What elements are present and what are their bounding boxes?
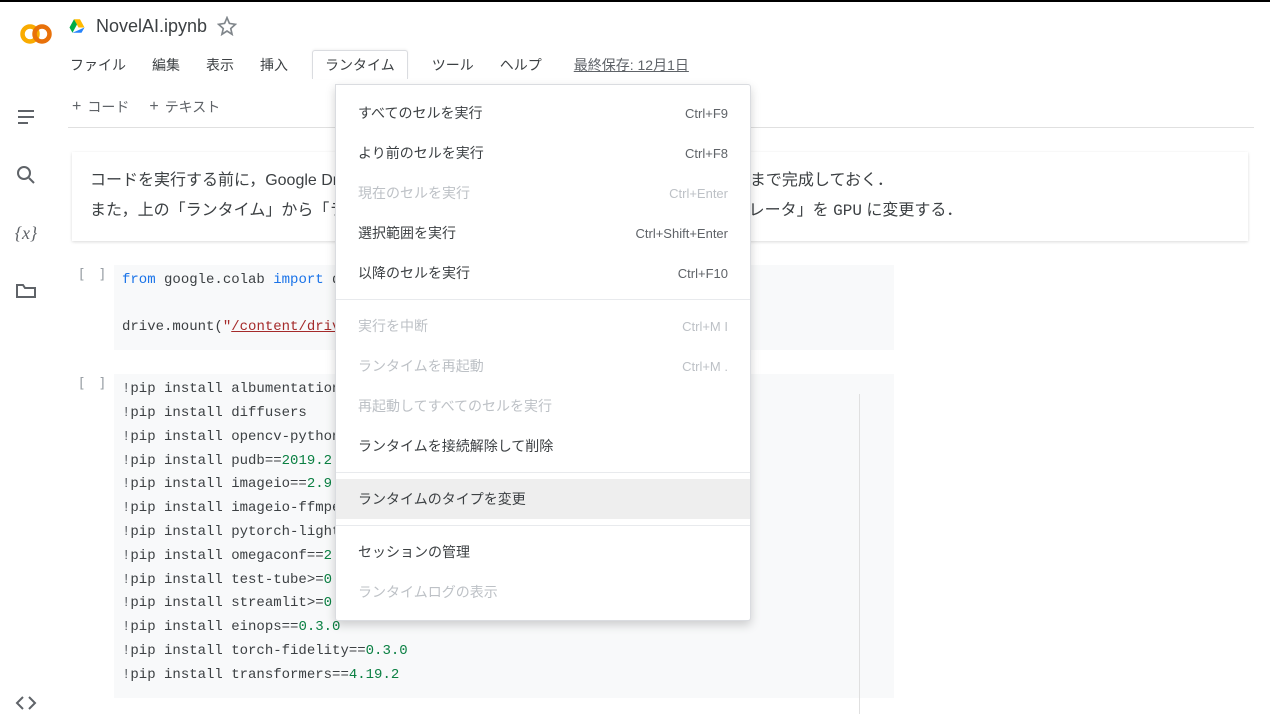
runtime-dropdown: すべてのセルを実行 Ctrl+F9 より前のセルを実行 Ctrl+F8 現在のセルを実行… <box>335 84 751 621</box>
dropdown-item[interactable]: セッションの管理 <box>336 532 750 572</box>
dropdown-item-label: ランタイムログの表示 <box>358 582 498 602</box>
menu-help[interactable]: ヘルプ <box>498 51 544 79</box>
drive-icon <box>68 17 86 35</box>
dropdown-item-label: 選択範囲を実行 <box>358 223 456 243</box>
dropdown-item-label: ランタイムのタイプを変更 <box>358 489 526 509</box>
dropdown-item[interactable]: より前のセルを実行 Ctrl+F8 <box>336 133 750 173</box>
dropdown-shortcut: Ctrl+Enter <box>669 186 728 201</box>
dropdown-item[interactable]: 以降のセルを実行 Ctrl+F10 <box>336 253 750 293</box>
add-code-label: コード <box>87 97 129 117</box>
dropdown-item-label: 現在のセルを実行 <box>358 183 470 203</box>
dropdown-item-label: ランタイムを再起動 <box>358 356 484 376</box>
menu-runtime[interactable]: ランタイム <box>312 50 408 79</box>
dropdown-item: ランタイムを再起動 Ctrl+M . <box>336 346 750 386</box>
dropdown-item: 現在のセルを実行 Ctrl+Enter <box>336 173 750 213</box>
dropdown-item-label: 実行を中断 <box>358 316 428 336</box>
search-icon[interactable] <box>14 163 38 187</box>
menu-file[interactable]: ファイル <box>68 51 128 79</box>
dropdown-item-label: ランタイムを接続解除して削除 <box>358 436 553 456</box>
sidebar: {x} <box>0 95 52 303</box>
colab-logo[interactable] <box>16 14 56 54</box>
add-text-button[interactable]: +テキスト <box>149 97 220 117</box>
dropdown-item-label: 再起動してすべてのセルを実行 <box>358 396 552 416</box>
dropdown-shortcut: Ctrl+F10 <box>678 266 728 281</box>
dropdown-item: ランタイムログの表示 <box>336 572 750 612</box>
dropdown-item-label: すべてのセルを実行 <box>358 103 482 123</box>
dropdown-item[interactable]: ランタイムのタイプを変更 <box>336 479 750 519</box>
cell-divider <box>859 394 860 714</box>
variables-icon[interactable]: {x} <box>14 221 38 245</box>
menu-view[interactable]: 表示 <box>204 51 236 79</box>
menu-tools[interactable]: ツール <box>430 51 476 79</box>
dropdown-item[interactable]: ランタイムを接続解除して削除 <box>336 426 750 466</box>
cell-gutter[interactable]: [ ] <box>72 265 114 350</box>
dropdown-item-label: より前のセルを実行 <box>358 143 484 163</box>
dropdown-item: 再起動してすべてのセルを実行 <box>336 386 750 426</box>
code-snippets-icon[interactable] <box>14 691 38 715</box>
star-icon[interactable] <box>217 16 237 36</box>
menubar: ファイル 編集 表示 挿入 ランタイム ツール ヘルプ 最終保存: 12月1日 <box>68 42 1254 89</box>
dropdown-item-label: 以降のセルを実行 <box>358 263 470 283</box>
last-saved[interactable]: 最終保存: 12月1日 <box>574 55 689 75</box>
dropdown-item: 実行を中断 Ctrl+M I <box>336 306 750 346</box>
dropdown-shortcut: Ctrl+M . <box>682 359 728 374</box>
notebook-title[interactable]: NovelAI.ipynb <box>96 16 207 37</box>
dropdown-shortcut: Ctrl+F8 <box>685 146 728 161</box>
files-icon[interactable] <box>14 279 38 303</box>
add-code-button[interactable]: +コード <box>72 97 129 117</box>
dropdown-shortcut: Ctrl+Shift+Enter <box>636 226 729 241</box>
dropdown-item-label: セッションの管理 <box>358 542 470 562</box>
dropdown-shortcut: Ctrl+F9 <box>685 106 728 121</box>
menu-edit[interactable]: 編集 <box>150 51 182 79</box>
dropdown-item[interactable]: すべてのセルを実行 Ctrl+F9 <box>336 93 750 133</box>
menu-insert[interactable]: 挿入 <box>258 51 290 79</box>
dropdown-item[interactable]: 選択範囲を実行 Ctrl+Shift+Enter <box>336 213 750 253</box>
cell-gutter[interactable]: [ ] <box>72 374 114 697</box>
add-text-label: テキスト <box>165 97 221 117</box>
dropdown-shortcut: Ctrl+M I <box>682 319 728 334</box>
toc-icon[interactable] <box>14 105 38 129</box>
